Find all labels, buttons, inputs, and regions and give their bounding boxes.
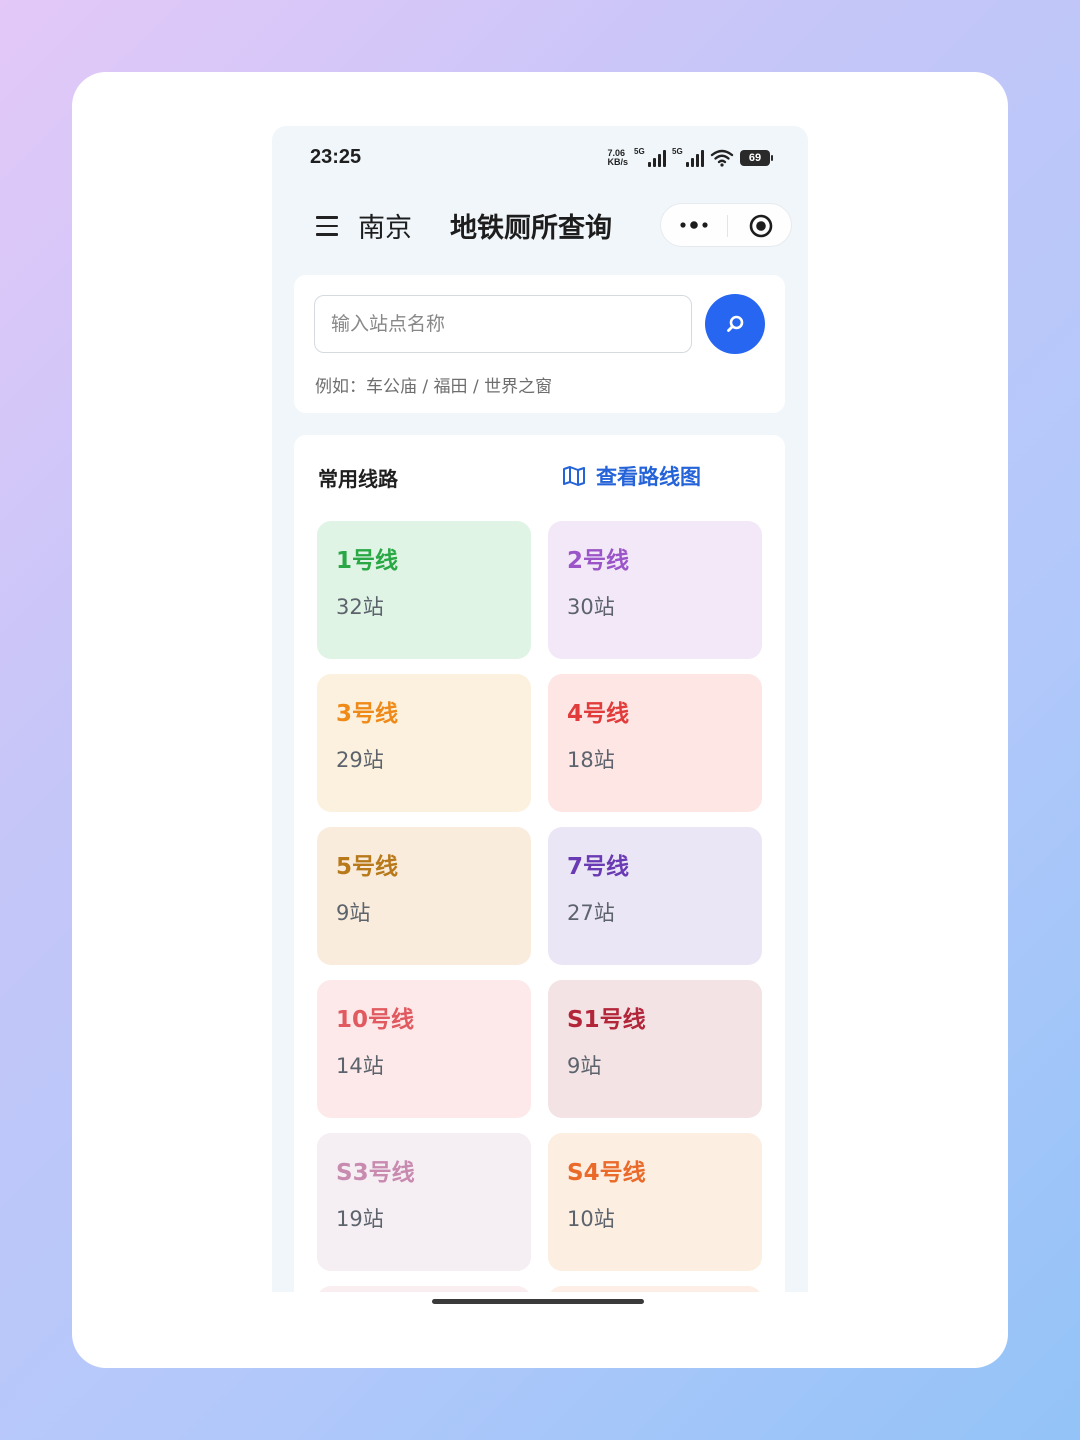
line-name: S1号线	[567, 1007, 646, 1033]
line-name: 2号线	[567, 548, 630, 574]
menu-icon[interactable]	[316, 216, 340, 236]
status-bar: 23:25 7.06 KB/s 5G 5G 69	[272, 126, 808, 190]
section-title: 常用线路	[318, 467, 398, 491]
line-station-count: 14站	[336, 1054, 384, 1078]
map-icon	[563, 466, 585, 486]
city-selector[interactable]: 南京	[358, 206, 412, 245]
page-title: 地铁厕所查询	[450, 213, 612, 244]
sim1-network-tag: 5G	[634, 147, 645, 156]
search-hint: 例如：车公庙 / 福田 / 世界之窗	[315, 377, 553, 397]
network-speed: 7.06 KB/s	[607, 149, 628, 167]
line-name: S3号线	[336, 1160, 415, 1186]
line-name: S4号线	[567, 1160, 646, 1186]
line-name: 7号线	[567, 854, 630, 880]
line-card[interactable]: 4号线 18站	[548, 674, 762, 812]
line-name: 10号线	[336, 1007, 415, 1033]
view-route-map-label: 查看路线图	[596, 465, 701, 489]
search-icon	[727, 315, 744, 332]
line-card[interactable]: 5号线 9站	[317, 827, 531, 965]
line-name: 3号线	[336, 701, 399, 727]
wifi-icon	[710, 149, 734, 167]
line-station-count: 32站	[336, 595, 384, 619]
sim2-network-tag: 5G	[672, 147, 683, 156]
home-indicator[interactable]	[432, 1299, 644, 1304]
line-station-count: 10站	[567, 1207, 615, 1231]
battery-icon: 69	[740, 150, 773, 166]
signal-sim2-icon: 5G	[672, 147, 704, 167]
line-card[interactable]: 10号线 14站	[317, 980, 531, 1118]
line-name: 4号线	[567, 701, 630, 727]
line-card-partial[interactable]	[548, 1286, 762, 1292]
common-lines-card: 常用线路 查看路线图 1号线 32站 2号线 30站 3号线 29站 4号线 1…	[294, 435, 785, 1292]
line-card[interactable]: S3号线 19站	[317, 1133, 531, 1271]
line-card[interactable]: S4号线 10站	[548, 1133, 762, 1271]
line-station-count: 29站	[336, 748, 384, 772]
status-time: 23:25	[310, 146, 362, 168]
line-station-count: 18站	[567, 748, 615, 772]
search-card: 例如：车公庙 / 福田 / 世界之窗	[294, 275, 785, 413]
line-card-partial[interactable]	[317, 1286, 531, 1292]
line-card[interactable]: 2号线 30站	[548, 521, 762, 659]
line-card[interactable]: 1号线 32站	[317, 521, 531, 659]
line-card[interactable]: S1号线 9站	[548, 980, 762, 1118]
line-station-count: 9站	[567, 1054, 602, 1078]
line-card[interactable]: 7号线 27站	[548, 827, 762, 965]
title-bar: 南京 地铁厕所查询	[272, 196, 808, 254]
line-station-count: 30站	[567, 595, 615, 619]
line-card[interactable]: 3号线 29站	[317, 674, 531, 812]
line-name: 5号线	[336, 854, 399, 880]
network-speed-unit: KB/s	[607, 157, 628, 167]
line-station-count: 19站	[336, 1207, 384, 1231]
station-search-input[interactable]	[314, 295, 692, 353]
status-icons: 7.06 KB/s 5G 5G 69	[607, 146, 773, 170]
capsule-divider	[727, 215, 728, 237]
record-target-icon[interactable]	[749, 214, 773, 238]
line-station-count: 27站	[567, 901, 615, 925]
miniprogram-capsule	[660, 203, 792, 247]
phone-screen: 23:25 7.06 KB/s 5G 5G 69 南京 地铁厕所查询 输入站点名…	[272, 126, 808, 1292]
search-button[interactable]	[705, 294, 765, 354]
line-station-count: 9站	[336, 901, 371, 925]
signal-sim1-icon: 5G	[634, 147, 666, 167]
more-dots-icon[interactable]	[679, 218, 709, 232]
line-name: 1号线	[336, 548, 399, 574]
view-route-map-link[interactable]: 查看路线图	[562, 461, 701, 491]
